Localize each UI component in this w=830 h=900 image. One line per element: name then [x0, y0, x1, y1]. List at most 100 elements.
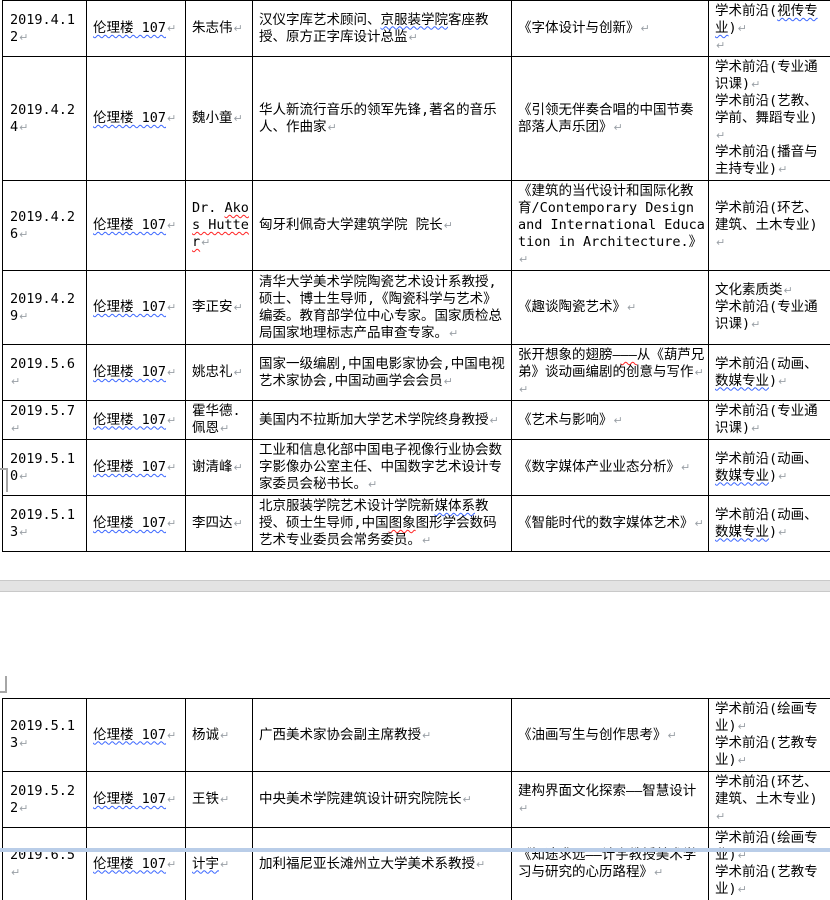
cell-intro[interactable]: 美国内不拉斯加大学艺术学院终身教授↵ [253, 401, 512, 440]
cell-category[interactable]: 学术前沿(环艺、建筑、土木专业)↵ [709, 181, 830, 271]
cell-date[interactable]: 2019.4.12↵ [3, 1, 87, 57]
paragraph-mark-icon: ↵ [715, 129, 725, 142]
cell-speaker[interactable]: 霍华德.佩恩↵ [186, 401, 253, 440]
lecture-schedule-table-page1[interactable]: 2019.4.12↵伦理楼 107↵朱志伟↵汉仪字库艺术顾问、京服装学院客座教授… [2, 0, 830, 552]
cell-speaker[interactable]: 李四达↵ [186, 496, 253, 552]
cell-category[interactable]: 学术前沿(视传专业)↵↵ [709, 1, 830, 57]
paragraph-mark-icon: ↵ [233, 301, 243, 314]
cell-intro[interactable]: 华人新流行音乐的领军先锋,著名的音乐人、作曲家↵ [253, 57, 512, 181]
cell-date[interactable]: 2019.4.29↵ [3, 271, 87, 345]
cell-location[interactable]: 伦理楼 107↵ [87, 57, 186, 181]
text-run: 华人新流行音乐的领军先锋,著名的音乐人、作曲家 [259, 102, 497, 135]
cell-date[interactable]: 2019.5.22↵ [3, 772, 87, 828]
cell-intro[interactable]: 工业和信息化部中国电子视像行业协会数字影像办公室主任、中国数字艺术设计专家委员会… [253, 440, 512, 496]
paragraph: 美国内不拉斯加大学艺术学院终身教授↵ [259, 412, 508, 429]
cell-speaker[interactable]: 谢清峰↵ [186, 440, 253, 496]
cell-title[interactable]: 《智能时代的数字媒体艺术》↵ [512, 496, 709, 552]
cell-speaker[interactable]: 姚忠礼↵ [186, 345, 253, 401]
spellcheck-marked-text: 伦理楼 107 [93, 515, 166, 531]
cell-speaker[interactable]: 王铁↵ [186, 772, 253, 828]
paragraph: 北京服装学院艺术设计学院新媒体系教授、硕士生导师,中国图象图形学会数码艺术专业委… [259, 498, 508, 549]
spellcheck-marked-text: 京服装学院 [381, 12, 449, 28]
paragraph: 《数字媒体产业业态分析》↵ [518, 459, 705, 476]
cell-title[interactable]: 《建筑的当代设计和国际化教育/Contemporary Design and I… [512, 181, 709, 271]
cell-date[interactable]: 2019.5.6↵ [3, 345, 87, 401]
paragraph: 《艺术与影响》↵ [518, 412, 705, 429]
paragraph-mark-icon: ↵ [18, 737, 28, 750]
cell-date[interactable]: 2019.5.10↵ [3, 440, 87, 496]
spellcheck-marked-text: 伦理楼 107 [93, 110, 166, 126]
text-run: 学术前沿(绘画专业) [715, 830, 818, 863]
paragraph-mark-icon: ↵ [518, 253, 528, 266]
cell-intro[interactable]: 国家一级编剧,中国电影家协会,中国电视艺术家协会,中国动画学会会员↵ [253, 345, 512, 401]
cell-category[interactable]: 学术前沿(环艺、建筑、土木专业)↵ [709, 772, 830, 828]
cell-date[interactable]: 2019.5.7↵ [3, 401, 87, 440]
text-run: 学术前沿(专业通识课) [715, 299, 818, 332]
cell-location[interactable]: 伦理楼 107↵ [87, 1, 186, 57]
cell-intro[interactable]: 加利福尼亚长滩州立大学美术系教授↵ [253, 828, 512, 900]
cell-title[interactable]: 《数字媒体产业业态分析》↵ [512, 440, 709, 496]
paragraph: 学术前沿(绘画专业)↵ [715, 830, 827, 864]
cell-location[interactable]: 伦理楼 107↵ [87, 772, 186, 828]
lecture-schedule-table-page2[interactable]: 2019.5.13↵伦理楼 107↵杨诚↵广西美术家协会副主席教授↵《油画写生与… [2, 698, 830, 900]
cell-intro[interactable]: 匈牙利佩奇大学建筑学院 院长↵ [253, 181, 512, 271]
cell-category[interactable]: 学术前沿(动画、数媒专业)↵ [709, 496, 830, 552]
paragraph: 2019.4.29↵ [10, 291, 83, 325]
cell-speaker[interactable]: 李正安↵ [186, 271, 253, 345]
cell-speaker[interactable]: 计宇↵ [186, 828, 253, 900]
paragraph: 《引领无伴奏合唱的中国节奏部落人声乐团》↵ [518, 102, 705, 136]
paragraph-mark-icon: ↵ [750, 78, 760, 91]
cell-category[interactable]: 学术前沿(绘画专业)↵学术前沿(艺教专业)↵ [709, 699, 830, 772]
cell-location[interactable]: 伦理楼 107↵ [87, 496, 186, 552]
paragraph: 伦理楼 107↵ [93, 364, 182, 381]
text-boundary-corner-mark [0, 468, 8, 492]
cell-category[interactable]: 学术前沿(绘画专业)↵学术前沿(艺教专业)↵ [709, 828, 830, 900]
cell-speaker[interactable]: 朱志伟↵ [186, 1, 253, 57]
spellcheck-marked-text: 伦理楼 107 [93, 299, 166, 315]
spellcheck-marked-text: 伦理楼 107 [93, 364, 166, 380]
cell-category[interactable]: 学术前沿(动画、数媒专业)↵ [709, 440, 830, 496]
paragraph: 清华大学美术学院陶瓷艺术设计系教授,硕士、博士生导师,《陶瓷科学与艺术》编委。教… [259, 274, 508, 342]
cell-location[interactable]: 伦理楼 107↵ [87, 345, 186, 401]
cell-date[interactable]: 2019.6.5↵ [3, 828, 87, 900]
cell-category[interactable]: 文化素质类↵学术前沿(专业通识课)↵ [709, 271, 830, 345]
cell-title[interactable]: 《引领无伴奏合唱的中国节奏部落人声乐团》↵ [512, 57, 709, 181]
cell-location[interactable]: 伦理楼 107↵ [87, 401, 186, 440]
cell-date[interactable]: 2019.5.13↵ [3, 496, 87, 552]
text-run: 国家一级编剧,中国电影家协会,中国电视艺术家协会,中国动画学会会员 [259, 356, 505, 389]
cell-intro[interactable]: 中央美术学院建筑设计研究院院长↵ [253, 772, 512, 828]
cell-category[interactable]: 学术前沿(专业通识课)↵ [709, 401, 830, 440]
cell-date[interactable]: 2019.5.13↵ [3, 699, 87, 772]
cell-title[interactable]: 建构界面文化探索——智慧设计↵ [512, 772, 709, 828]
cell-title[interactable]: 《字体设计与创新》↵ [512, 1, 709, 57]
cell-intro[interactable]: 广西美术家协会副主席教授↵ [253, 699, 512, 772]
cell-speaker[interactable]: Dr. Akos Hutter↵ [186, 181, 253, 271]
cell-title[interactable]: 《趣谈陶瓷艺术》↵ [512, 271, 709, 345]
cell-title[interactable]: 《艺术与影响》↵ [512, 401, 709, 440]
paragraph: 谢清峰↵ [192, 459, 249, 476]
cell-location[interactable]: 伦理楼 107↵ [87, 440, 186, 496]
cell-category[interactable]: 学术前沿(专业通识课)↵学术前沿(艺教、学前、舞蹈专业)↵学术前沿(播音与主持专… [709, 57, 830, 181]
paragraph: 学术前沿(绘画专业)↵ [715, 701, 827, 735]
paragraph-mark-icon: ↵ [166, 858, 176, 871]
cell-location[interactable]: 伦理楼 107↵ [87, 699, 186, 772]
paragraph-mark-icon: ↵ [443, 375, 453, 388]
cell-date[interactable]: 2019.4.24↵ [3, 57, 87, 181]
paragraph: 学术前沿(播音与主持专业)↵ [715, 144, 827, 178]
paragraph-mark-icon: ↵ [200, 236, 210, 249]
cell-title[interactable]: 《油画写生与创作思考》↵ [512, 699, 709, 772]
cell-speaker[interactable]: 杨诚↵ [186, 699, 253, 772]
cell-intro[interactable]: 汉仪字库艺术顾问、京服装学院客座教授、原方正字库设计总监↵ [253, 1, 512, 57]
cell-category[interactable]: 学术前沿(动画、数媒专业)↵ [709, 345, 830, 401]
document-page[interactable]: 2019.4.12↵伦理楼 107↵朱志伟↵汉仪字库艺术顾问、京服装学院客座教授… [0, 0, 830, 852]
cell-speaker[interactable]: 魏小童↵ [186, 57, 253, 181]
cell-location[interactable]: 伦理楼 107↵ [87, 271, 186, 345]
cell-date[interactable]: 2019.4.26↵ [3, 181, 87, 271]
cell-location[interactable]: 伦理楼 107↵ [87, 828, 186, 900]
cell-intro[interactable]: 清华大学美术学院陶瓷艺术设计系教授,硕士、博士生导师,《陶瓷科学与艺术》编委。教… [253, 271, 512, 345]
cell-title[interactable]: 张开想象的翅膀———从《葫芦兄弟》谈动画编剧的创意与写作↵↵ [512, 345, 709, 401]
table-row: 2019.5.6↵伦理楼 107↵姚忠礼↵国家一级编剧,中国电影家协会,中国电视… [3, 345, 830, 401]
cell-title[interactable]: 《知途求远——计宇教授美术学习与研究的心历路程》↵ [512, 828, 709, 900]
cell-intro[interactable]: 北京服装学院艺术设计学院新媒体系教授、硕士生导师,中国图象图形学会数码艺术专业委… [253, 496, 512, 552]
cell-location[interactable]: 伦理楼 107↵ [87, 181, 186, 271]
